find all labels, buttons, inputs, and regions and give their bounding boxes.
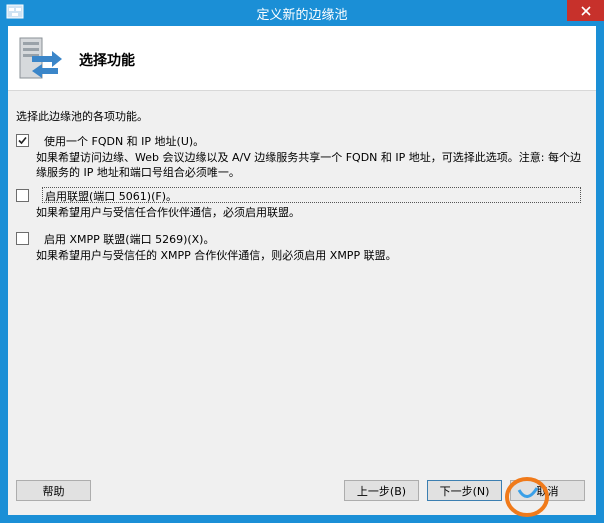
back-button[interactable]: 上一步(B) [344,480,419,501]
option-fqdn-label: 使用一个 FQDN 和 IP 地址(U)。 [44,135,205,148]
close-icon [580,5,591,16]
instruction-text: 选择此边缘池的各项功能。 [16,110,148,123]
checkbox-federation[interactable] [16,189,29,202]
server-arrow-icon [19,37,62,79]
next-button[interactable]: 下一步(N) [427,480,502,501]
close-button[interactable] [567,0,604,21]
option-federation-desc: 如果希望用户与受信任合作伙伴通信，必须启用联盟。 [36,206,300,219]
wizard-header: 选择功能 [8,26,596,91]
help-button[interactable]: 帮助 [16,480,91,501]
checkmark-icon [18,136,27,145]
title-bar: 定义新的边缘池 [0,0,604,26]
option-xmpp-desc: 如果希望用户与受信任的 XMPP 合作伙伴通信，则必须启用 XMPP 联盟。 [36,249,397,262]
checkbox-xmpp[interactable] [16,232,29,245]
option-fqdn-desc: 如果希望访问边缘、Web 会议边缘以及 A/V 边缘服务共享一个 FQDN 和 … [36,151,581,179]
window-title: 定义新的边缘池 [256,8,348,23]
checkbox-fqdn[interactable] [16,134,29,147]
option-xmpp-label: 启用 XMPP 联盟(端口 5269)(X)。 [44,233,215,246]
option-federation-label: 启用联盟(端口 5061)(F)。 [42,187,581,203]
watermark-logo [505,477,549,517]
wizard-body: 选择功能 选择此边缘池的各项功能。 使用一个 FQDN 和 IP 地址(U)。 … [8,26,596,515]
page-title: 选择功能 [79,53,135,69]
